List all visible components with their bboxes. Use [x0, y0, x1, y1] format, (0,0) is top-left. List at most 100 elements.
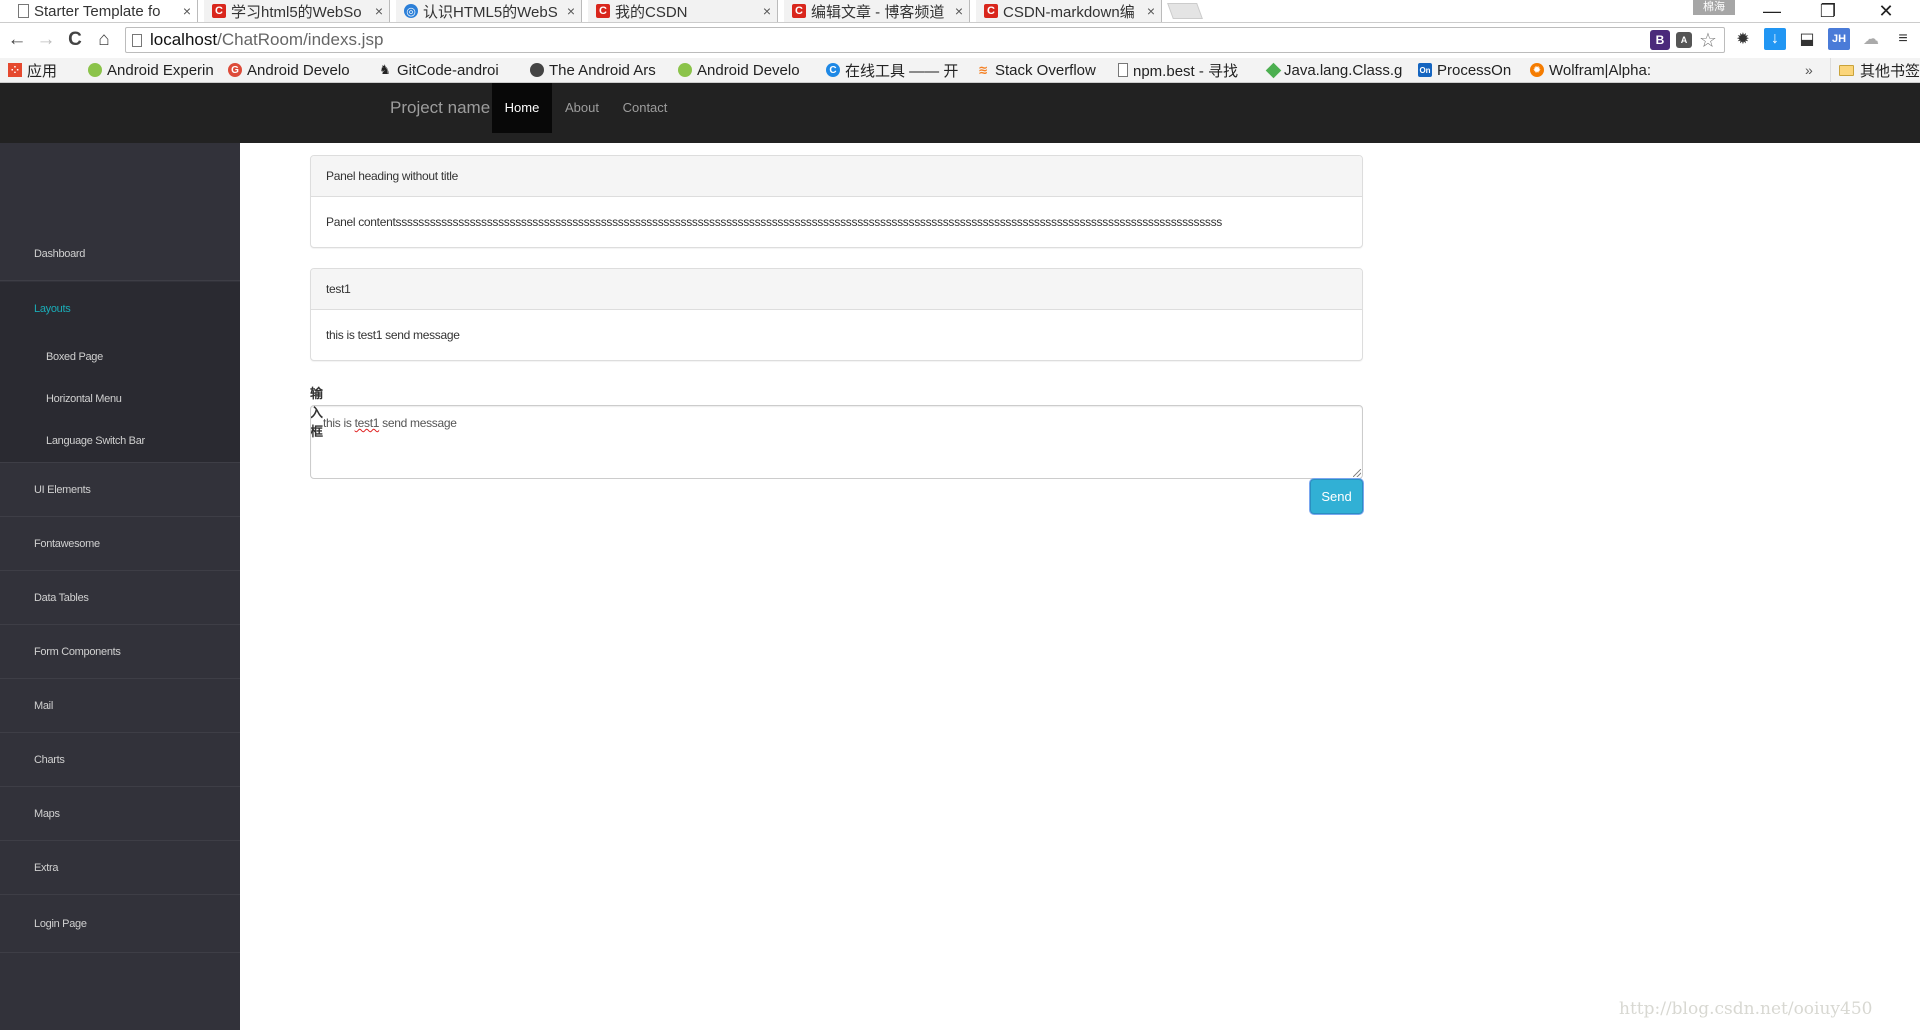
tab-title: CSDN-markdown编 — [1003, 3, 1135, 21]
bookmark-item[interactable]: ≋ Stack Overflow — [968, 58, 1110, 83]
bookmark-item[interactable]: G Android Develo — [220, 58, 370, 83]
bookmark-item[interactable]: ♞ GitCode-androi — [370, 58, 522, 83]
bomb-icon — [530, 63, 544, 77]
sidebar-subitem-horizontal-menu[interactable]: Horizontal Menu — [0, 378, 240, 420]
message-body: this is test1 send message — [326, 328, 460, 342]
sidebar-item-layouts[interactable]: Layouts — [0, 282, 240, 336]
sidebar-item-ui-elements[interactable]: UI Elements — [0, 463, 240, 517]
cast-icon[interactable]: ⬓ — [1796, 28, 1818, 50]
panel-body: Panel contentsssssssssssssssssssssssssss… — [326, 215, 1222, 229]
tab-title: 认识HTML5的WebS — [423, 3, 558, 21]
watermark: http://blog.csdn.net/ooiuy450 — [1619, 999, 1873, 1019]
tab-close-icon[interactable]: × — [763, 3, 771, 19]
nav-about[interactable]: About — [552, 83, 612, 133]
jh-extension-icon[interactable]: JH — [1828, 28, 1850, 50]
reload-icon[interactable]: C — [64, 29, 86, 51]
resize-handle[interactable] — [1353, 469, 1361, 477]
bookmark-star-icon[interactable]: ☆ — [1698, 30, 1718, 52]
sidebar-item-data-tables[interactable]: Data Tables — [0, 571, 240, 625]
bookmark-apps[interactable]: ⁘ 应用 — [0, 58, 80, 83]
tab-close-icon[interactable]: × — [1147, 3, 1155, 19]
sidebar-item-dashboard[interactable]: Dashboard — [0, 227, 240, 281]
bookmark-item[interactable]: npm.best - 寻找 — [1110, 58, 1260, 83]
close-window-icon[interactable]: ✕ — [1866, 0, 1906, 22]
bookmark-item[interactable]: On ProcessOn — [1410, 58, 1522, 83]
message-textarea[interactable]: this is test1 send message — [310, 405, 1363, 479]
page-icon — [1118, 63, 1128, 77]
bookmark-item[interactable]: ✹ Wolfram|Alpha: — [1522, 58, 1662, 83]
settings-gear-icon[interactable]: ✹ — [1732, 28, 1754, 50]
translate-icon[interactable]: A — [1676, 32, 1692, 48]
browser-toolbar: ← → C ⌂ localhost /ChatRoom/indexs.jsp B… — [0, 22, 1920, 58]
stackoverflow-icon: ≋ — [977, 63, 989, 77]
csdn-icon: C — [596, 4, 610, 18]
restore-icon[interactable]: ❐ — [1808, 0, 1848, 22]
bookmarks-bar: ⁘ 应用 Android Experin G Android Develo ♞ … — [0, 58, 1920, 83]
panel-heading: Panel heading without title — [311, 156, 1362, 197]
browser-tab[interactable]: C 学习html5的WebSo × — [204, 0, 390, 22]
csdn-icon: C — [984, 4, 998, 18]
address-bar[interactable]: localhost /ChatRoom/indexs.jsp B A ☆ — [125, 27, 1725, 53]
other-bookmarks[interactable]: 其他书签 — [1830, 58, 1920, 83]
nav-contact[interactable]: Contact — [612, 83, 678, 133]
sidebar-item-charts[interactable]: Charts — [0, 733, 240, 787]
bookmark-item[interactable]: Android Develo — [670, 58, 818, 83]
tab-close-icon[interactable]: × — [567, 3, 575, 19]
menu-icon[interactable]: ≡ — [1892, 28, 1914, 50]
android-icon — [678, 63, 692, 77]
send-button[interactable]: Send — [1310, 479, 1363, 514]
sidebar-item-extra[interactable]: Extra — [0, 841, 240, 895]
forward-icon[interactable]: → — [35, 29, 57, 51]
android-icon — [88, 63, 102, 77]
message-panel: test1 this is test1 send message — [310, 268, 1363, 361]
dog-icon: ♞ — [379, 62, 391, 77]
tab-title: 我的CSDN — [615, 3, 688, 21]
browser-tab[interactable]: C CSDN-markdown编 × — [976, 0, 1162, 22]
profile-badge[interactable]: 棉海 — [1693, 0, 1735, 15]
sidebar: Dashboard Layouts Boxed Page Horizontal … — [0, 143, 240, 1030]
url-host: localhost — [150, 30, 218, 49]
tab-title: 学习html5的WebSo — [231, 3, 362, 21]
brand-link[interactable]: Project name — [390, 83, 490, 133]
sidebar-submenu-layouts: Boxed Page Horizontal Menu Language Swit… — [0, 336, 240, 463]
folder-icon — [1839, 65, 1854, 76]
tab-title: 编辑文章 - 博客频道 — [811, 3, 945, 21]
tab-close-icon[interactable]: × — [955, 3, 963, 19]
sidebar-subitem-boxed-page[interactable]: Boxed Page — [0, 336, 240, 378]
bookmarks-overflow-icon[interactable]: » — [1805, 58, 1813, 83]
csdn-icon: C — [212, 4, 226, 18]
sidebar-item-fontawesome[interactable]: Fontawesome — [0, 517, 240, 571]
bookmark-item[interactable]: The Android Ars — [522, 58, 670, 83]
download-icon[interactable]: ↓ — [1764, 28, 1786, 50]
browser-tab-bar: Starter Template fo × C 学习html5的WebSo × … — [0, 0, 1920, 22]
page-icon — [18, 4, 29, 18]
tab-close-icon[interactable]: × — [183, 3, 191, 19]
browser-tab[interactable]: ◎ 认识HTML5的WebS × — [396, 0, 582, 22]
bookmark-item[interactable]: Android Experin — [80, 58, 220, 83]
cloud-icon[interactable]: ☁ — [1860, 28, 1882, 50]
sidebar-subitem-language-switch-bar[interactable]: Language Switch Bar — [0, 420, 240, 462]
top-navbar: Project name Home About Contact — [0, 83, 1920, 143]
browser-tab[interactable]: Starter Template fo × — [10, 0, 198, 22]
sidebar-item-login-page[interactable]: Login Page — [0, 895, 240, 953]
minimize-icon[interactable]: — — [1752, 0, 1792, 22]
new-tab-button[interactable] — [1167, 3, 1203, 19]
url-path: /ChatRoom/indexs.jsp — [217, 30, 384, 49]
nav-home[interactable]: Home — [492, 83, 552, 133]
back-icon[interactable]: ← — [6, 29, 28, 51]
processon-icon: On — [1418, 63, 1432, 77]
home-icon[interactable]: ⌂ — [93, 29, 115, 51]
browser-tab[interactable]: C 编辑文章 - 博客频道 × — [784, 0, 970, 22]
bookmark-item[interactable]: Java.lang.Class.g — [1260, 58, 1410, 83]
sidebar-item-maps[interactable]: Maps — [0, 787, 240, 841]
browser-tab[interactable]: C 我的CSDN × — [588, 0, 778, 22]
misspelled-word: test1 — [354, 416, 380, 430]
tab-close-icon[interactable]: × — [375, 3, 383, 19]
sidebar-item-form-components[interactable]: Form Components — [0, 625, 240, 679]
google-plus-icon: G — [228, 63, 242, 77]
sidebar-item-mail[interactable]: Mail — [0, 679, 240, 733]
bookmark-item[interactable]: C 在线工具 —— 开 — [818, 58, 968, 83]
bootstrap-extension-icon[interactable]: B — [1650, 30, 1670, 50]
apps-grid-icon: ⁘ — [8, 63, 22, 77]
websocket-icon: ◎ — [404, 4, 418, 18]
